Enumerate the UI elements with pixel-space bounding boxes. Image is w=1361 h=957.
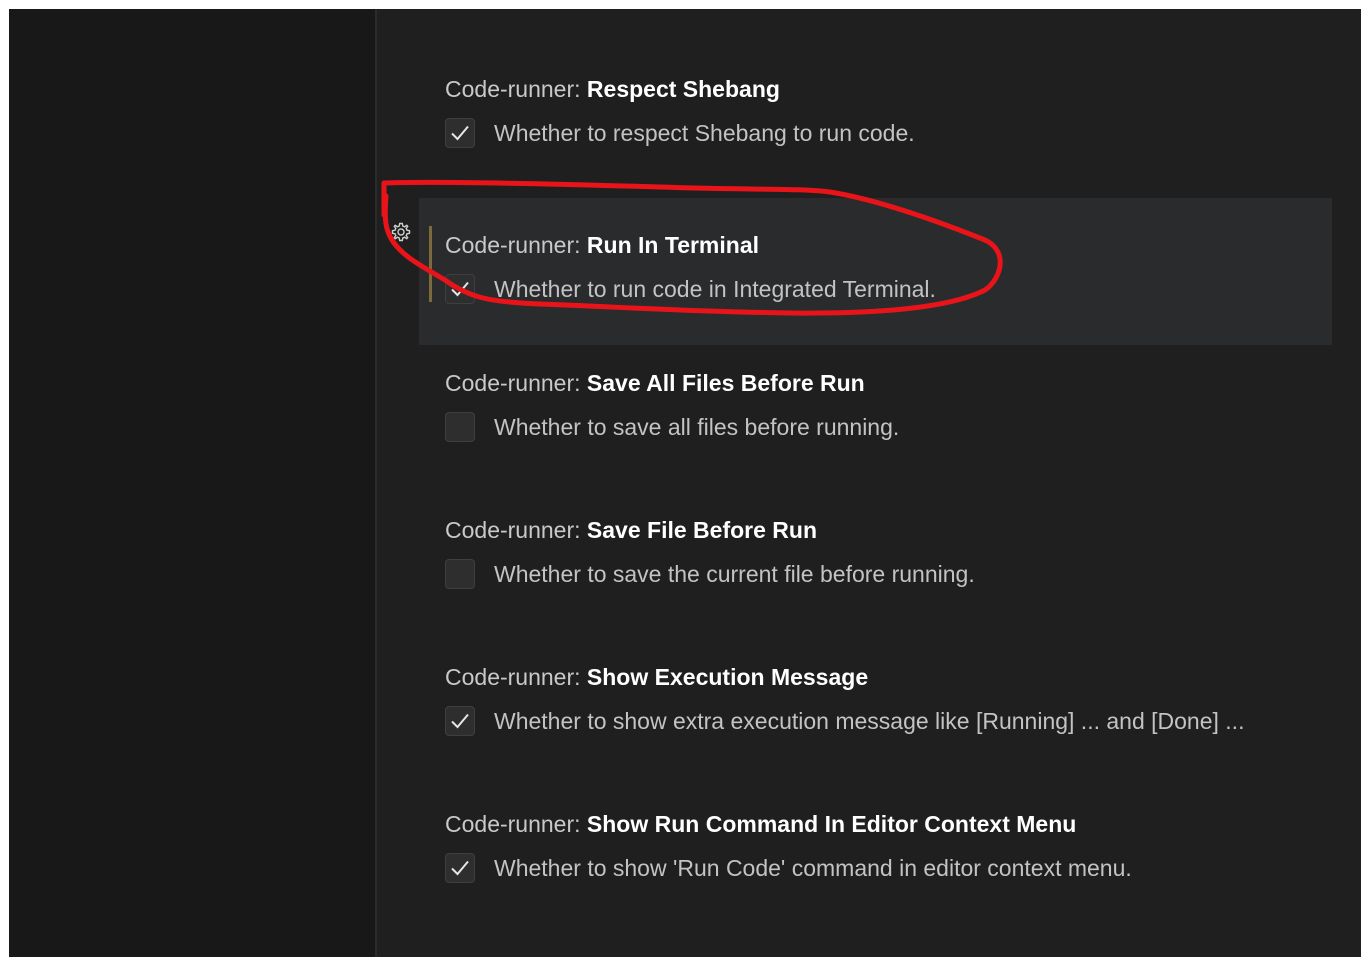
- setting-name: Save File Before Run: [586, 517, 817, 543]
- setting-title: Code-runner: Run In Terminal: [445, 229, 759, 261]
- setting-category: Code-runner:: [445, 76, 587, 102]
- show-execution-message-checkbox[interactable]: [445, 706, 475, 736]
- setting-name: Respect Shebang: [586, 76, 780, 102]
- setting-save-file-before-run: Code-runner: Save File Before Run Whethe…: [419, 450, 1332, 597]
- setting-category: Code-runner:: [445, 370, 587, 396]
- setting-title: Code-runner: Show Execution Message: [445, 661, 868, 693]
- checkmark-icon: [451, 125, 469, 141]
- setting-category: Code-runner:: [445, 811, 587, 837]
- setting-description: Whether to respect Shebang to run code.: [494, 119, 915, 146]
- setting-description: Whether to run code in Integrated Termin…: [494, 275, 936, 302]
- setting-name: Run In Terminal: [586, 232, 760, 258]
- modified-indicator: [429, 226, 432, 302]
- setting-description: Whether to save the current file before …: [494, 560, 975, 587]
- show-run-command-checkbox[interactable]: [445, 853, 475, 883]
- settings-list: Code-runner: Respect Shebang Whether to …: [391, 9, 1332, 957]
- checkmark-icon: [451, 860, 469, 876]
- setting-name: Save All Files Before Run: [586, 370, 865, 396]
- settings-toc-pane: [9, 9, 377, 957]
- settings-editor: Code-runner: Respect Shebang Whether to …: [9, 9, 1361, 957]
- setting-category: Code-runner:: [445, 232, 587, 258]
- respect-shebang-checkbox[interactable]: [445, 118, 475, 148]
- setting-name: Show Execution Message: [586, 664, 869, 690]
- setting-category: Code-runner:: [445, 517, 587, 543]
- setting-show-execution-message: Code-runner: Show Execution Message Whet…: [419, 597, 1332, 744]
- setting-description: Whether to save all files before running…: [494, 413, 900, 440]
- setting-show-run-command-context-menu: Code-runner: Show Run Command In Editor …: [419, 744, 1332, 891]
- run-in-terminal-checkbox[interactable]: [445, 274, 475, 304]
- setting-title: Code-runner: Respect Shebang: [445, 73, 780, 105]
- setting-title: Code-runner: Show Run Command In Editor …: [445, 808, 1076, 840]
- setting-description: Whether to show extra execution message …: [494, 707, 1245, 734]
- setting-name: Show Run Command In Editor Context Menu: [586, 811, 1077, 837]
- setting-respect-shebang: Code-runner: Respect Shebang Whether to …: [419, 9, 1332, 156]
- setting-title: Code-runner: Save All Files Before Run: [445, 367, 865, 399]
- setting-save-all-files-before-run: Code-runner: Save All Files Before Run W…: [419, 303, 1332, 450]
- setting-category: Code-runner:: [445, 664, 587, 690]
- checkmark-icon: [451, 713, 469, 729]
- checkmark-icon: [451, 281, 469, 297]
- setting-title: Code-runner: Save File Before Run: [445, 514, 817, 546]
- save-all-files-checkbox[interactable]: [445, 412, 475, 442]
- setting-description: Whether to show 'Run Code' command in ed…: [494, 854, 1132, 881]
- gear-icon[interactable]: [389, 220, 413, 244]
- save-file-checkbox[interactable]: [445, 559, 475, 589]
